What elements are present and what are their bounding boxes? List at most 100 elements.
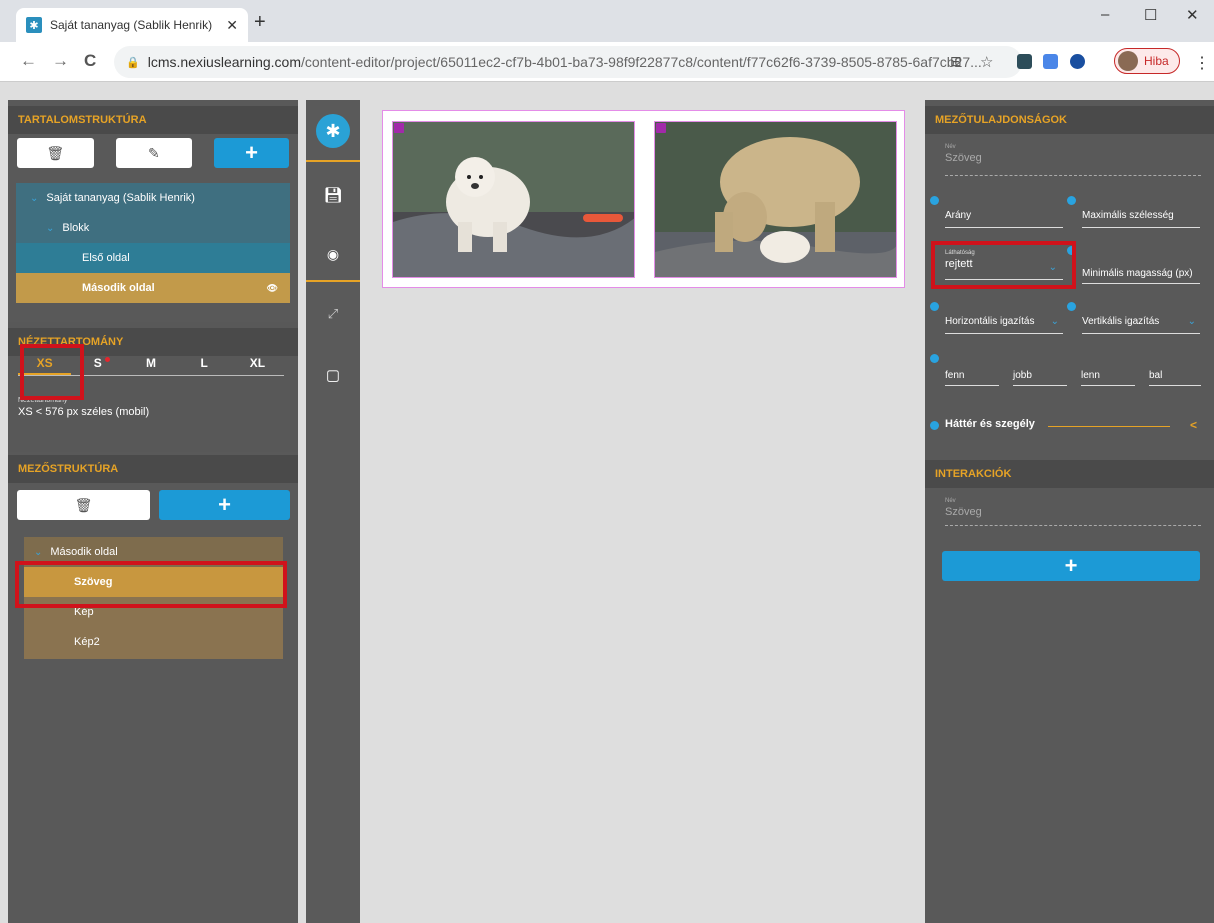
tab-m[interactable]: M: [124, 352, 177, 375]
new-tab-button[interactable]: +: [254, 12, 266, 32]
page-canvas[interactable]: [382, 110, 905, 288]
info-icon[interactable]: [1067, 196, 1076, 205]
v-align-label: Vertikális igazítás: [1082, 316, 1160, 327]
translate-icon[interactable]: ⊞: [950, 53, 962, 70]
name-caption: Név: [945, 144, 956, 150]
chevron-down-icon: ⌄: [1187, 316, 1196, 327]
highlight-xs: [20, 344, 84, 400]
field-badge-icon: [394, 123, 404, 133]
tree-label: Első oldal: [82, 252, 130, 264]
highlight-szoveg: [15, 561, 287, 608]
interaction-name-input[interactable]: Név Szöveg: [945, 498, 1201, 526]
tree-item-root[interactable]: ⌄ Saját tananyag (Sablik Henrik): [16, 183, 290, 213]
right-panel: MEZŐTULAJDONSÁGOK Név Szöveg Arány Maxim…: [925, 100, 1214, 923]
left-panel: TARTALOMSTRUKTÚRA 🗑 ✎ + ⌄ Saját tananyag …: [8, 100, 298, 923]
tree-label: Blokk: [62, 222, 90, 234]
tree-item-masodik-oldal[interactable]: Második oldal 👁: [16, 273, 290, 303]
tree-item-elso-oldal[interactable]: Első oldal: [16, 243, 290, 273]
info-icon[interactable]: [930, 354, 939, 363]
info-icon[interactable]: [930, 302, 939, 311]
h-align-select[interactable]: Horizontális igazítás ⌄: [945, 314, 1063, 334]
url-path: /content-editor/project/65011ec2-cf7b-4b…: [301, 54, 982, 70]
browser-menu-icon[interactable]: ⋮: [1194, 53, 1210, 73]
maximize-icon[interactable]: ☐: [1144, 6, 1157, 24]
plus-icon: +: [218, 492, 231, 517]
margin-top-label: fenn: [945, 370, 965, 381]
tab-close-icon[interactable]: ✕: [226, 17, 238, 34]
avatar: [1118, 51, 1138, 71]
tree-label: Második oldal: [50, 546, 118, 558]
delete-field-button[interactable]: 🗑: [17, 490, 150, 520]
info-icon[interactable]: [930, 196, 939, 205]
field-name-input[interactable]: Név Szöveg: [945, 144, 1201, 176]
chevron-down-icon: ⌄: [30, 193, 39, 204]
plus-icon: +: [245, 140, 259, 165]
tab-s-label: S: [93, 356, 102, 370]
bookmark-star-icon[interactable]: ☆: [980, 53, 993, 71]
add-interaction-button[interactable]: +: [942, 551, 1200, 581]
info-icon[interactable]: [930, 421, 939, 430]
collapse-chevron-icon[interactable]: <: [1190, 418, 1197, 432]
window-close-icon[interactable]: ✕: [1186, 6, 1199, 24]
browser-tab[interactable]: ✱ Saját tananyag (Sablik Henrik) ✕: [16, 8, 248, 42]
margin-right-label: jobb: [1013, 370, 1032, 381]
save-icon[interactable]: 💾︎: [306, 186, 360, 204]
highlight-visibility: [931, 241, 1076, 289]
logo-icon: ✱: [316, 114, 350, 148]
ratio-field[interactable]: Arány: [945, 208, 1063, 228]
polar-bear-cub-image: [393, 122, 634, 277]
int-name-caption: Név: [945, 498, 956, 504]
bg-border-section[interactable]: Háttér és szegély: [945, 418, 1035, 430]
image-polar-bear-mother[interactable]: [654, 121, 897, 278]
margin-bottom-field[interactable]: lenn: [1081, 368, 1135, 386]
tree-label: Kép2: [74, 636, 100, 648]
edit-icon: ✎: [148, 144, 160, 161]
int-name-value: Szöveg: [945, 506, 982, 518]
image-polar-bear-cub[interactable]: [392, 121, 635, 278]
url-field[interactable]: 🔒 lcms.nexiuslearning.com/content-editor…: [114, 46, 1022, 78]
max-width-field[interactable]: Maximális szélesség: [1082, 208, 1200, 228]
forward-icon[interactable]: →: [52, 52, 69, 70]
favicon-icon: ✱: [26, 17, 42, 33]
frame-icon[interactable]: ▢: [306, 366, 360, 384]
name-value: Szöveg: [945, 152, 982, 164]
browser-titlebar: ✱ Saját tananyag (Sablik Henrik) ✕ + – ☐…: [0, 0, 1214, 42]
preview-eye-icon[interactable]: ◉: [306, 246, 360, 263]
extension-icon[interactable]: [1017, 54, 1032, 69]
edit-content-button[interactable]: ✎: [115, 138, 193, 168]
visibility-hidden-icon[interactable]: 👁: [267, 273, 278, 303]
margin-bottom-label: lenn: [1081, 370, 1100, 381]
changed-dot: [104, 357, 110, 362]
field-tree-kep2[interactable]: Kép2: [24, 627, 283, 657]
info-icon[interactable]: [1067, 302, 1076, 311]
max-width-label: Maximális szélesség: [1082, 210, 1174, 221]
add-field-button[interactable]: +: [159, 490, 290, 520]
minimize-icon[interactable]: –: [1101, 6, 1109, 23]
v-align-select[interactable]: Vertikális igazítás ⌄: [1082, 314, 1200, 334]
tree-item-blokk[interactable]: ⌄ Blokk: [16, 213, 290, 243]
section-title-interactions: INTERAKCIÓK: [925, 460, 1214, 488]
delete-content-button[interactable]: 🗑: [17, 138, 94, 168]
expand-icon[interactable]: ⤢: [306, 306, 360, 322]
add-content-button[interactable]: +: [214, 138, 289, 168]
profile-label: Hiba: [1144, 54, 1169, 68]
tree-label: Második oldal: [82, 282, 155, 294]
editor-toolbar: ✱ 💾︎ ◉ ⤢ ▢: [306, 100, 360, 923]
tree-label: Saját tananyag (Sablik Henrik): [46, 192, 195, 204]
min-height-field[interactable]: Minimális magasság (px): [1082, 268, 1200, 284]
divider: [1048, 426, 1170, 427]
trash-icon: 🗑: [46, 144, 65, 161]
margin-right-field[interactable]: jobb: [1013, 368, 1067, 386]
back-icon[interactable]: ←: [20, 52, 37, 70]
reload-icon[interactable]: C: [84, 52, 96, 70]
section-title-tartalom: TARTALOMSTRUKTÚRA: [8, 106, 298, 134]
tab-l[interactable]: L: [178, 352, 231, 375]
margin-left-field[interactable]: bal: [1149, 368, 1201, 386]
extension-icon-2[interactable]: [1043, 54, 1058, 69]
tab-xl[interactable]: XL: [231, 352, 284, 375]
profile-button[interactable]: Hiba: [1114, 48, 1180, 74]
chevron-down-icon: ⌄: [46, 223, 55, 234]
extension-icon-3[interactable]: [1070, 54, 1085, 69]
address-bar-row: ← → C 🔒 lcms.nexiuslearning.com/content-…: [0, 42, 1214, 82]
margin-top-field[interactable]: fenn: [945, 368, 999, 386]
